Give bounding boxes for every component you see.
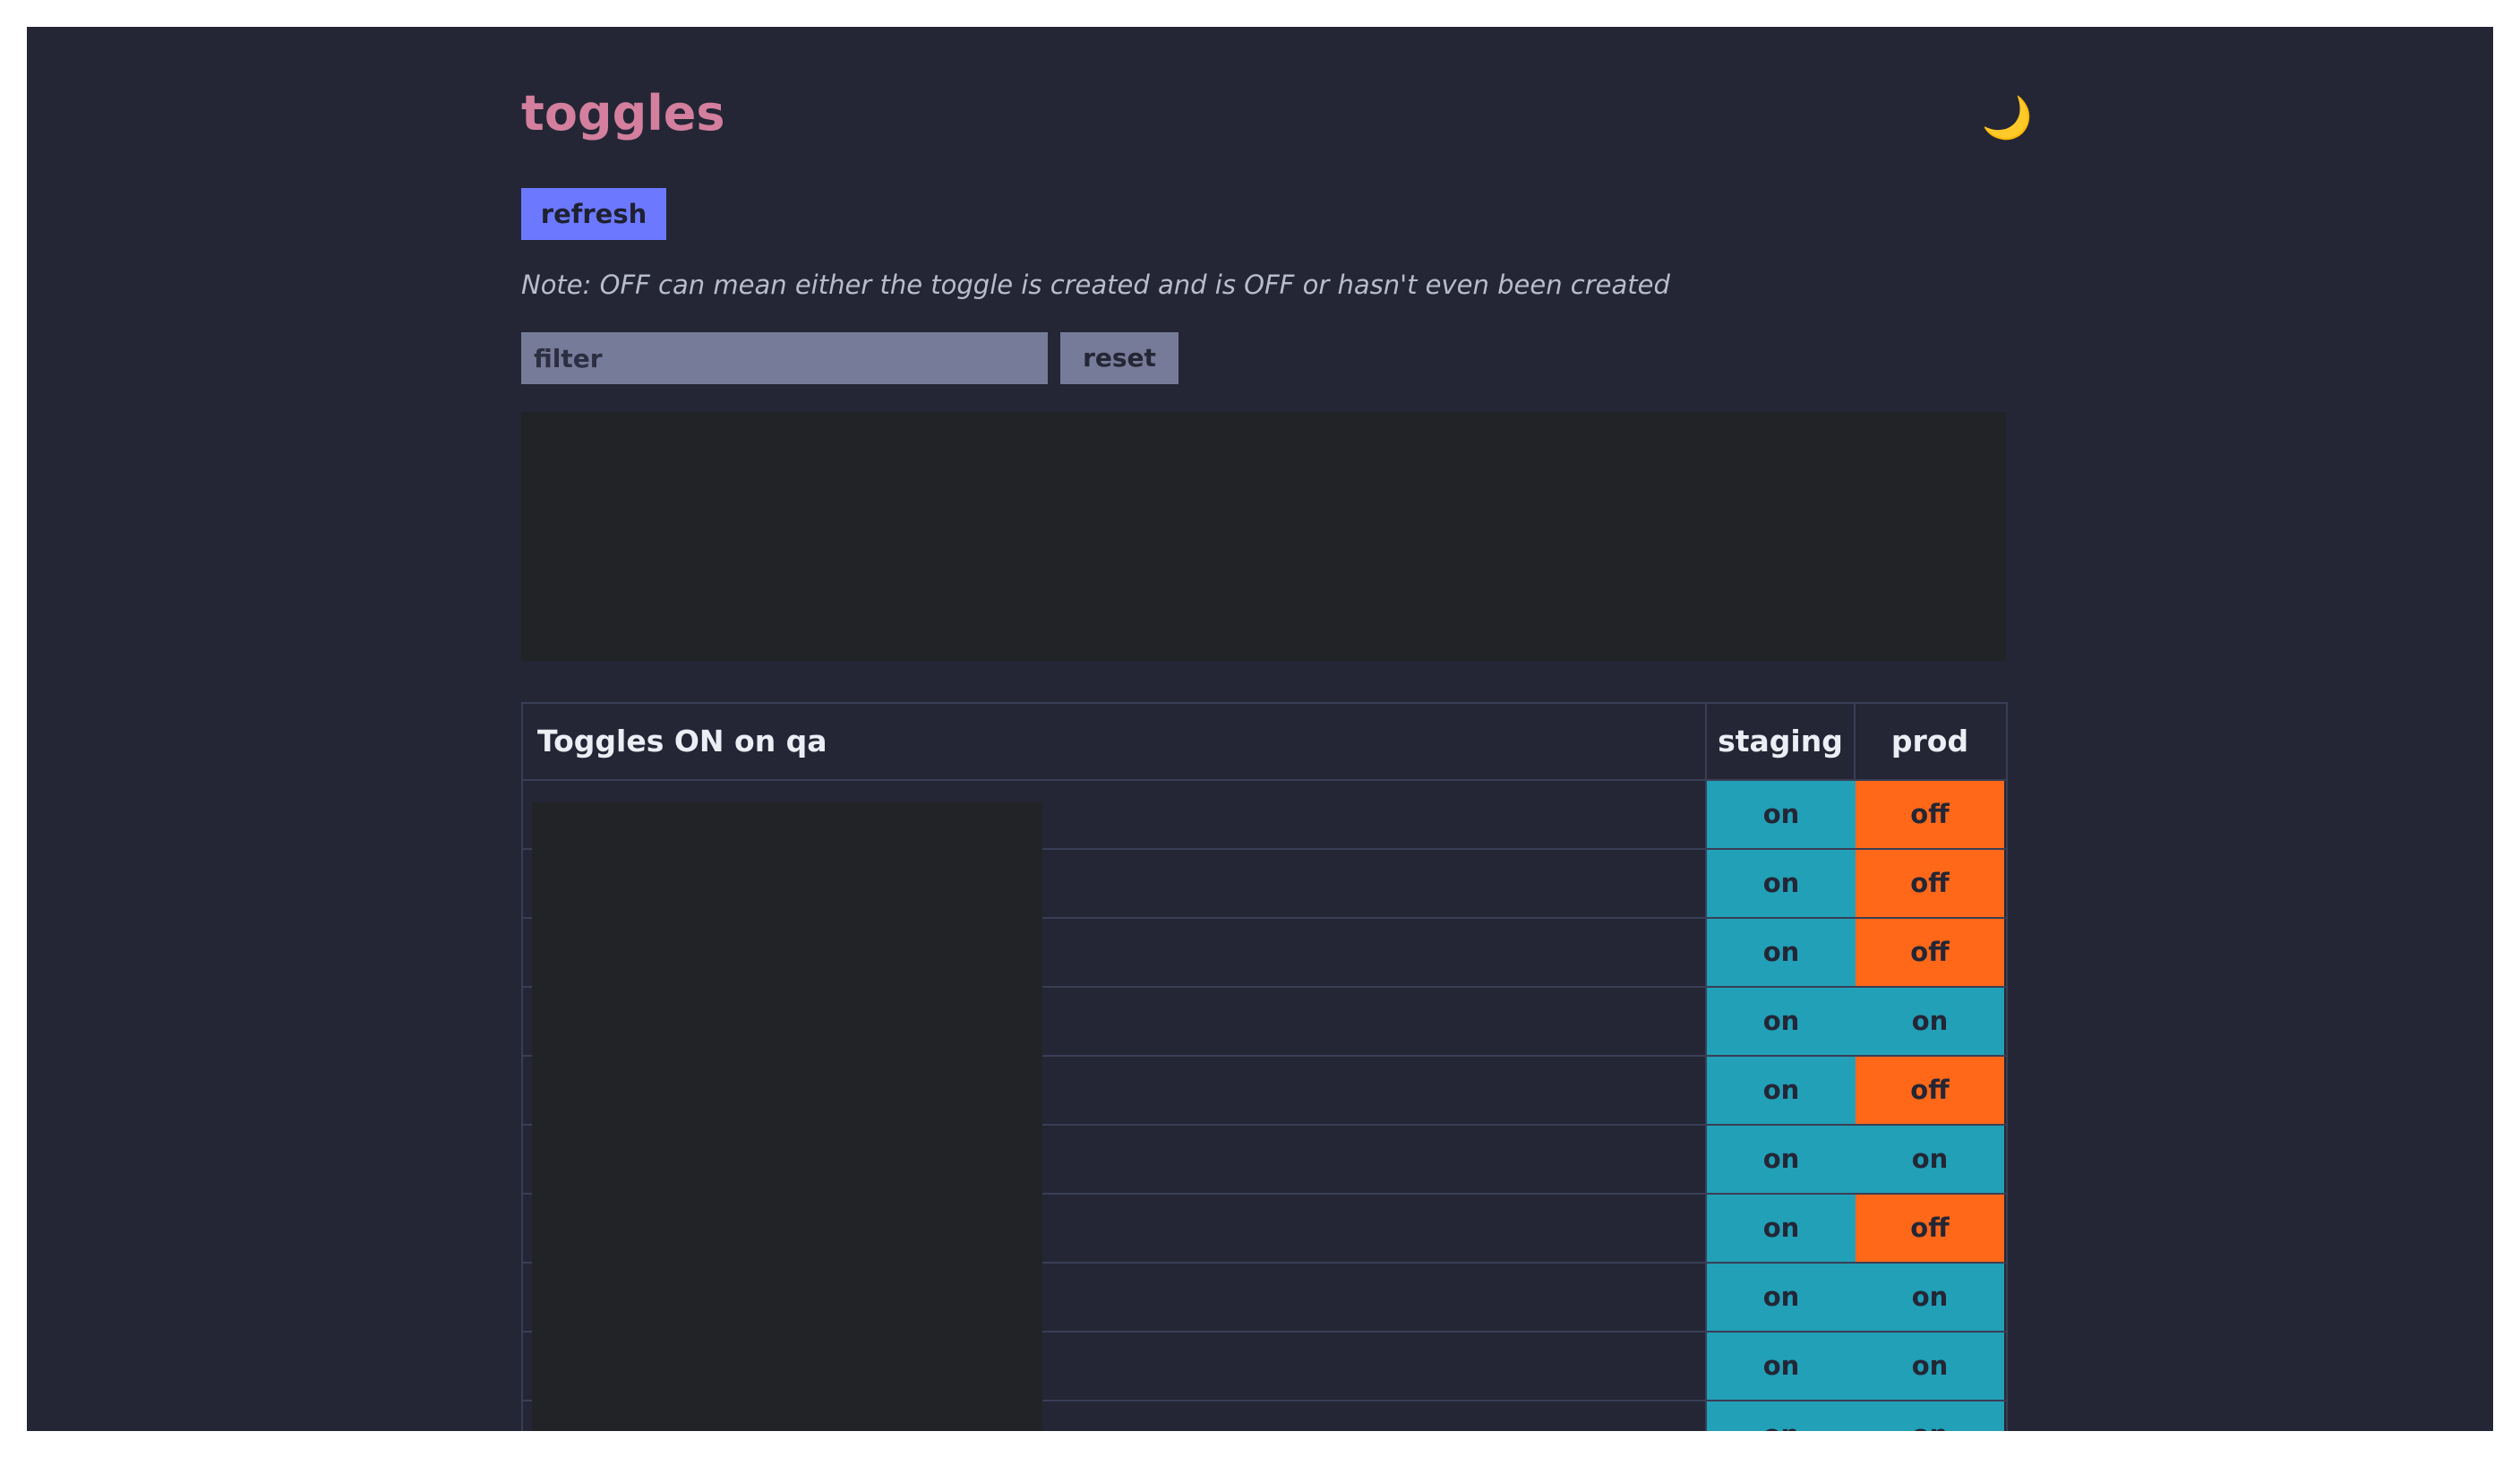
prod-state-cell: on [1856, 988, 2004, 1055]
refresh-button[interactable]: refresh [521, 188, 666, 240]
staging-state-cell: on [1707, 1333, 1856, 1400]
moon-icon[interactable]: 🌙 [1982, 97, 2033, 138]
app-window: toggles 🌙 refresh Note: OFF can mean eit… [27, 27, 2493, 1431]
staging-state-cell: on [1707, 1057, 1856, 1124]
staging-state-cell: on [1707, 1401, 1856, 1431]
redacted-toggle-names [532, 802, 1042, 1431]
staging-state-cell: on [1707, 781, 1856, 848]
prod-state-cell: off [1856, 1195, 2004, 1262]
redacted-panel [521, 412, 2006, 661]
prod-state-cell: off [1856, 1057, 2004, 1124]
staging-state-cell: on [1707, 850, 1856, 917]
column-header-toggle-name: Toggles ON on qa [523, 704, 1707, 779]
prod-state-cell: off [1856, 781, 2004, 848]
prod-state-cell: on [1856, 1126, 2004, 1193]
staging-state-cell: on [1707, 1126, 1856, 1193]
staging-state-cell: on [1707, 1195, 1856, 1262]
main-content: toggles 🌙 refresh Note: OFF can mean eit… [521, 27, 2033, 1431]
staging-state-cell: on [1707, 919, 1856, 986]
prod-state-cell: on [1856, 1264, 2004, 1331]
prod-state-cell: off [1856, 919, 2004, 986]
off-note: Note: OFF can mean either the toggle is … [521, 270, 1670, 300]
table-header: Toggles ON on qa staging prod [523, 704, 2006, 781]
prod-state-cell: on [1856, 1401, 2004, 1431]
prod-state-cell: off [1856, 850, 2004, 917]
staging-state-cell: on [1707, 1264, 1856, 1331]
page-title: toggles [521, 85, 725, 141]
reset-button[interactable]: reset [1060, 332, 1179, 384]
staging-state-cell: on [1707, 988, 1856, 1055]
column-header-prod: prod [1890, 724, 1969, 758]
column-header-staging: staging [1707, 704, 1856, 779]
filter-input[interactable] [521, 332, 1048, 384]
prod-state-cell: on [1856, 1333, 2004, 1400]
